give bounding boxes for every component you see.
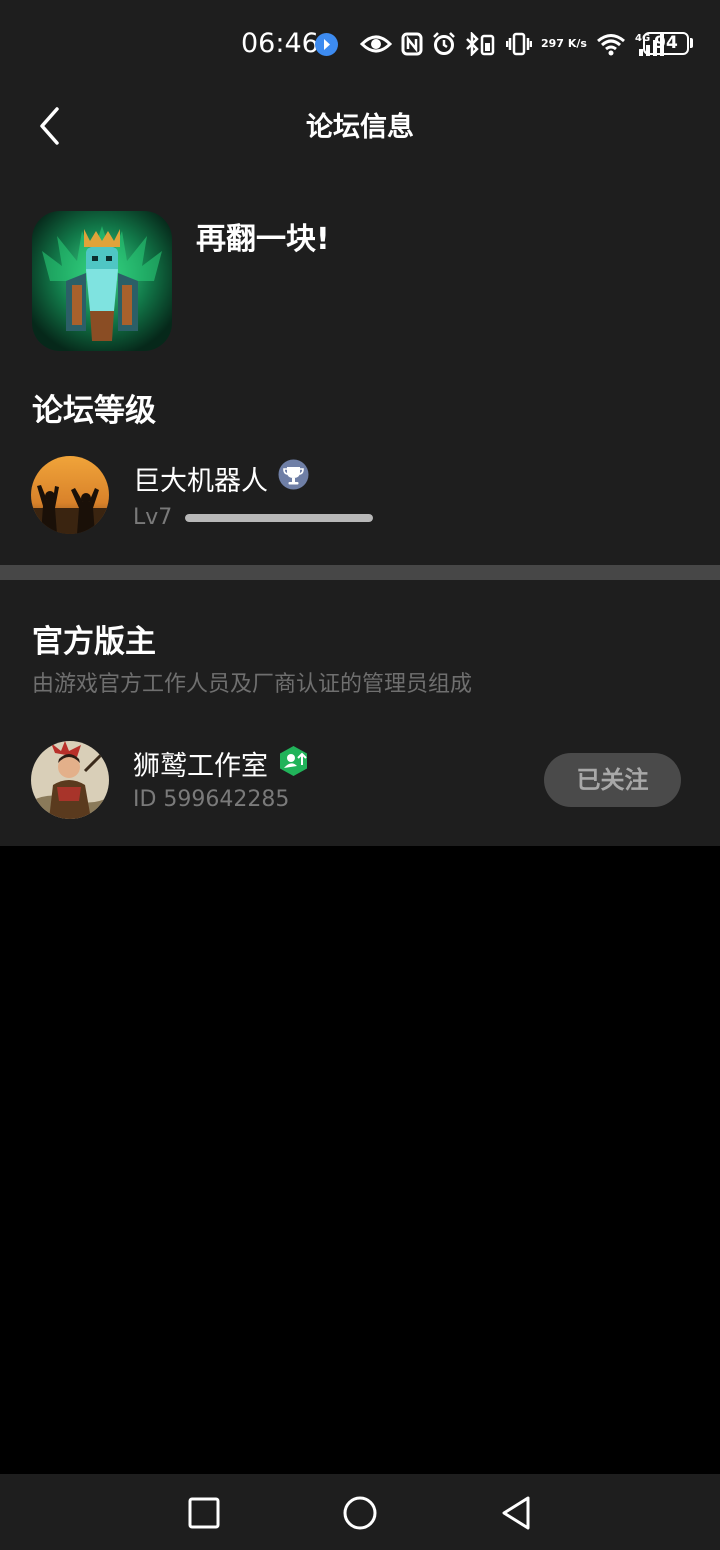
speed-value: 297	[541, 37, 564, 50]
moderator-avatar[interactable]	[31, 741, 109, 819]
user-level: Lv7	[133, 505, 173, 530]
section-divider	[0, 565, 720, 580]
level-progress-fill	[185, 514, 373, 522]
home-button[interactable]	[340, 1493, 380, 1533]
official-badge-icon	[277, 745, 310, 777]
speed-unit: K/s	[567, 37, 587, 50]
trophy-badge-icon	[278, 459, 309, 490]
eye-icon	[360, 35, 392, 53]
user-avatar[interactable]	[31, 456, 109, 534]
forum-name: 再翻一块!	[196, 222, 330, 257]
triangle-back-icon	[502, 1496, 530, 1530]
alarm-icon	[433, 32, 455, 55]
status-bar: 06:46 297 K/s 4G 94	[0, 0, 720, 88]
page-title: 论坛信息	[306, 112, 414, 143]
level-section-title: 论坛等级	[32, 393, 156, 429]
vibrate-icon	[506, 32, 532, 56]
battery-tip	[690, 38, 693, 48]
wifi-icon	[596, 34, 625, 56]
status-icons: 297 K/s 4G	[360, 30, 669, 58]
level-progress-bar	[185, 514, 373, 522]
network-speed: 297 K/s	[541, 38, 587, 50]
bluetooth-battery-icon	[466, 32, 495, 56]
forum-game-icon	[32, 211, 172, 351]
circle-icon	[343, 1496, 377, 1530]
follow-button[interactable]: 已关注	[544, 753, 681, 807]
recents-button[interactable]	[184, 1493, 224, 1533]
moderator-id: ID 599642285	[133, 787, 290, 812]
notification-dot-icon	[315, 33, 338, 56]
user-name: 巨大机器人	[133, 466, 268, 497]
system-navigation-bar	[0, 1474, 720, 1550]
moderator-name: 狮鹫工作室	[133, 751, 268, 782]
moderator-section-title: 官方版主	[32, 624, 156, 660]
moderator-section-subtitle: 由游戏官方工作人员及厂商认证的管理员组成	[32, 672, 473, 697]
nav-back-button[interactable]	[496, 1493, 536, 1533]
square-icon	[188, 1497, 220, 1529]
status-time: 06:46	[241, 28, 319, 59]
nfc-icon	[401, 32, 423, 56]
battery-indicator: 94	[643, 32, 689, 55]
